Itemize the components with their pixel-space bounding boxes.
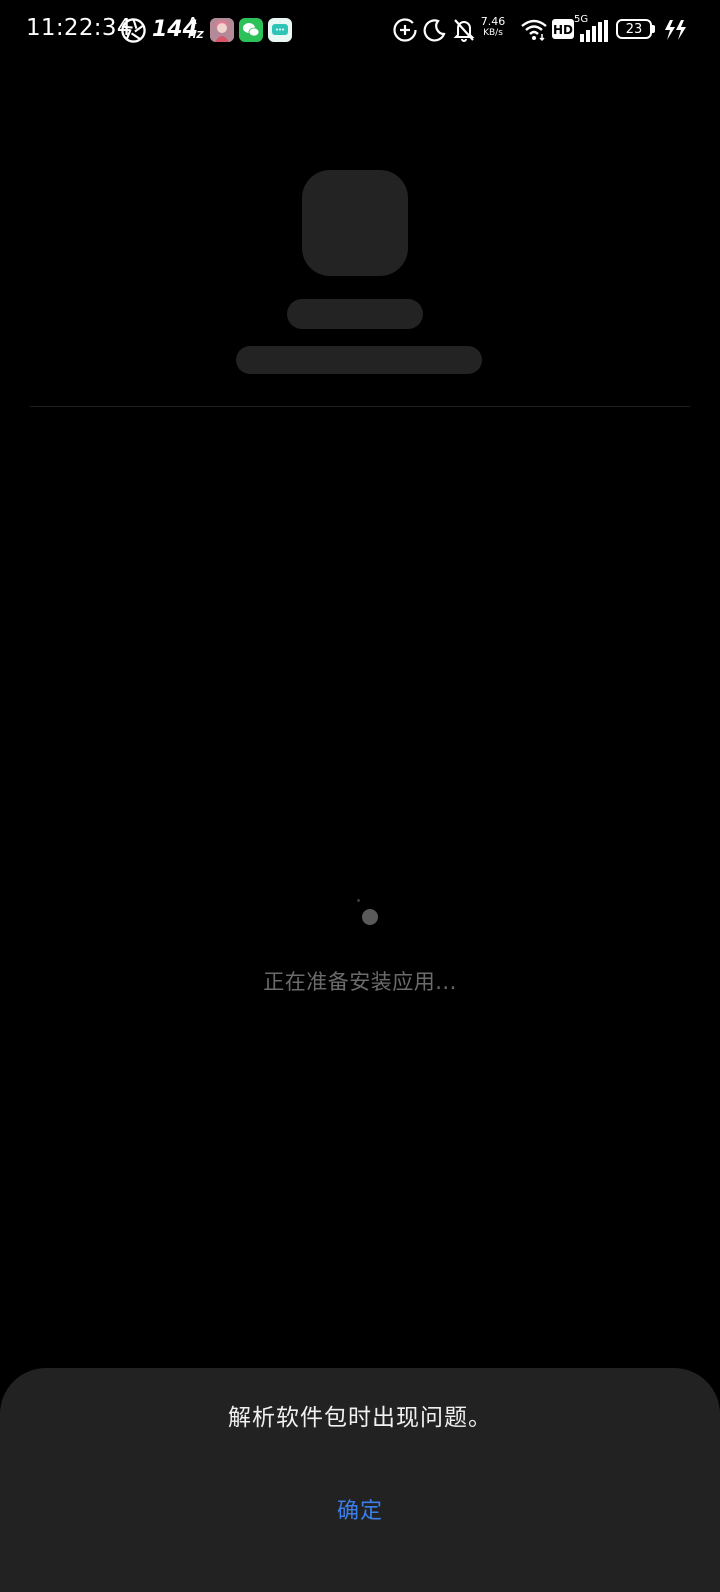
- aperture-icon: [121, 18, 146, 43]
- app-avatar-icon: [210, 18, 234, 42]
- error-dialog: 解析软件包时出现问题。 确定: [0, 1368, 720, 1592]
- charging-icon: [665, 20, 686, 40]
- data-saver-icon: [393, 18, 417, 42]
- battery-icon: 23: [616, 19, 652, 39]
- hd-icon: HD: [552, 19, 574, 39]
- net-speed: 7.46 KB/s: [480, 15, 506, 38]
- wechat-icon: [239, 18, 263, 42]
- message-icon: [268, 18, 292, 42]
- loading-spinner-trail: [357, 899, 360, 902]
- battery-cap: [652, 25, 655, 33]
- header-divider: [30, 406, 690, 407]
- bell-off-icon: [453, 19, 475, 42]
- app-icon-placeholder: [302, 170, 408, 276]
- svg-text:HD: HD: [553, 23, 573, 37]
- refresh-rate-indicator: 144 A HZ: [152, 16, 204, 42]
- wifi-icon: [521, 19, 547, 42]
- signal-icon: [580, 20, 608, 42]
- status-time: 11:22:34: [26, 15, 132, 41]
- moon-icon: [423, 19, 446, 42]
- app-info-placeholder: [236, 346, 482, 374]
- dialog-message: 解析软件包时出现问题。: [228, 1405, 492, 1431]
- app-name-placeholder: [287, 299, 423, 329]
- loading-spinner: [362, 909, 378, 925]
- ok-button[interactable]: 确定: [290, 1482, 430, 1542]
- status-bar: 11:22:34 144 A HZ 7.46 KB/s HD 5G 23: [0, 0, 720, 60]
- loading-text: 正在准备安装应用...: [263, 970, 457, 994]
